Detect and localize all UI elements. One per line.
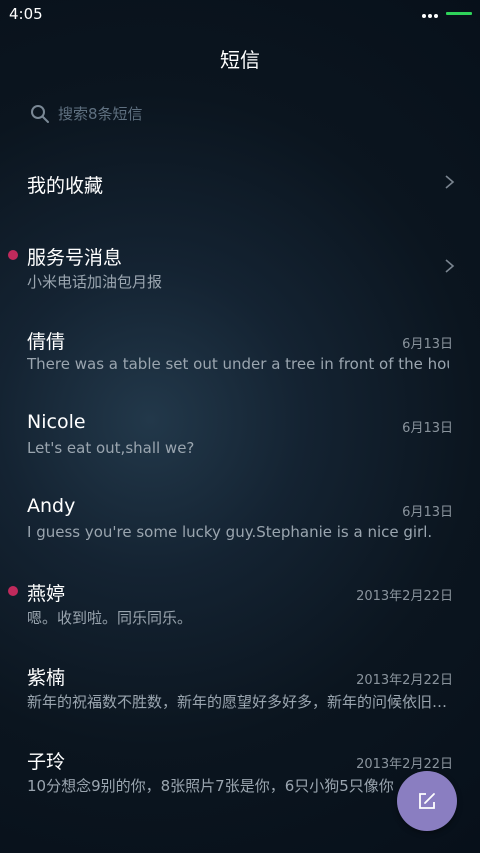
chevron-right-icon <box>445 259 455 273</box>
conversation-row[interactable]: Nicole 6月13日 Let's eat out,shall we? <box>0 404 480 464</box>
search-input[interactable]: 搜索8条短信 <box>58 103 143 124</box>
message-date: 6月13日 <box>402 421 453 436</box>
message-date: 6月13日 <box>402 505 453 520</box>
conversation-row[interactable]: 紫楠 2013年2月22日 新年的祝福数不胜数，新年的愿望好多好多，新年的问候依… <box>0 656 480 716</box>
status-time: 4:05 <box>9 5 43 23</box>
unread-indicator <box>8 250 18 260</box>
favorites-label: 我的收藏 <box>27 175 104 197</box>
message-preview: There was a table set out under a tree i… <box>27 355 449 373</box>
message-preview: I guess you're some lucky guy.Stephanie … <box>27 523 433 541</box>
service-messages-row[interactable]: 服务号消息 小米电话加油包月报 <box>0 236 480 296</box>
message-preview: 新年的祝福数不胜数，新年的愿望好多好多，新年的问候依旧，新年 <box>27 693 449 711</box>
compose-icon <box>419 793 435 809</box>
search-icon <box>31 105 49 123</box>
signal-dots-icon <box>422 14 438 18</box>
service-preview: 小米电话加油包月报 <box>27 273 163 291</box>
message-preview: 10分想念9别的你，8张照片7张是你，6只小狗5只像你 <box>27 777 394 795</box>
page-title: 短信 <box>220 48 260 72</box>
favorites-row[interactable]: 我的收藏 <box>0 160 480 210</box>
contact-name: 子玲 <box>27 751 66 773</box>
contact-name: Andy <box>27 495 76 517</box>
contact-name: 紫楠 <box>27 667 66 689</box>
status-bar: 4:05 <box>0 0 480 30</box>
message-date: 2013年2月22日 <box>356 673 453 688</box>
conversation-row[interactable]: 倩倩 6月13日 There was a table set out under… <box>0 320 480 380</box>
battery-icon <box>446 12 472 15</box>
message-preview: 嗯。收到啦。同乐同乐。 <box>27 609 193 627</box>
service-title: 服务号消息 <box>27 247 123 269</box>
search-bar[interactable]: 搜索8条短信 <box>30 98 450 128</box>
conversation-row[interactable]: 燕婷 2013年2月22日 嗯。收到啦。同乐同乐。 <box>0 572 480 632</box>
contact-name: 倩倩 <box>27 331 66 353</box>
conversation-row[interactable]: Andy 6月13日 I guess you're some lucky guy… <box>0 488 480 548</box>
unread-indicator <box>8 586 18 596</box>
message-preview: Let's eat out,shall we? <box>27 439 195 457</box>
message-date: 2013年2月22日 <box>356 757 453 772</box>
contact-name: 燕婷 <box>27 583 66 605</box>
chevron-right-icon <box>445 175 455 189</box>
message-date: 6月13日 <box>402 337 453 352</box>
compose-button[interactable] <box>397 771 457 831</box>
message-date: 2013年2月22日 <box>356 589 453 604</box>
contact-name: Nicole <box>27 411 86 433</box>
